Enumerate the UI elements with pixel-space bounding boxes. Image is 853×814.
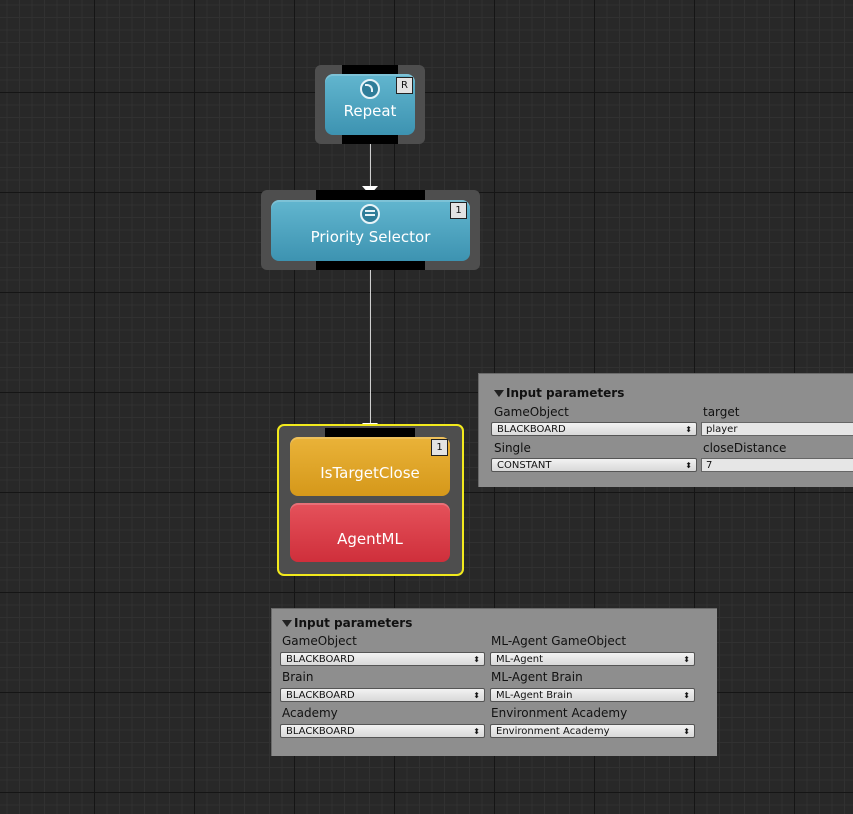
source-dropdown[interactable]: BLACKBOARD ⬍ (280, 652, 485, 666)
value-field[interactable]: player (701, 422, 853, 436)
repeat-icon (360, 79, 380, 99)
param-name-label: target (703, 405, 740, 419)
collapse-arrow-icon[interactable] (494, 390, 504, 397)
value-dropdown[interactable]: Environment Academy ⬍ (490, 724, 695, 738)
dropdown-arrow-icon: ⬍ (683, 727, 690, 736)
panel-title: Input parameters (294, 616, 413, 630)
collapse-arrow-icon[interactable] (282, 620, 292, 627)
param-name-label: closeDistance (703, 441, 787, 455)
param-type-label: GameObject (282, 634, 357, 648)
dropdown-arrow-icon: ⬍ (685, 425, 692, 434)
action-input-parameters-panel: Input parameters GameObject ML-Agent Gam… (271, 608, 717, 756)
param-type-label: Academy (282, 706, 338, 720)
dropdown-arrow-icon: ⬍ (473, 727, 480, 736)
param-type-label: Single (494, 441, 531, 455)
dropdown-arrow-icon: ⬍ (473, 655, 480, 664)
source-dropdown[interactable]: CONSTANT ⬍ (491, 458, 697, 472)
repeat-input-port[interactable] (342, 65, 398, 74)
value-field[interactable]: 7 (701, 458, 853, 472)
param-type-label: Brain (282, 670, 314, 684)
is-target-close-node[interactable]: IsTargetClose (290, 437, 450, 496)
repeat-badge: R (396, 77, 413, 94)
dropdown-arrow-icon: ⬍ (685, 461, 692, 470)
param-name-label: ML-Agent Brain (491, 670, 583, 684)
agent-ml-label: AgentML (337, 530, 403, 548)
priority-selector-input-port[interactable] (316, 190, 425, 200)
param-name-label: Environment Academy (491, 706, 628, 720)
repeat-node[interactable]: Repeat R (315, 65, 425, 144)
panel-title: Input parameters (506, 386, 625, 400)
value-dropdown[interactable]: ML-Agent Brain ⬍ (490, 688, 695, 702)
source-dropdown[interactable]: BLACKBOARD ⬍ (280, 688, 485, 702)
is-target-close-label: IsTargetClose (320, 464, 420, 482)
selected-node-outline[interactable]: IsTargetClose 1 AgentML (277, 424, 464, 576)
condition-input-parameters-panel: Input parameters GameObject target BLACK… (478, 373, 853, 487)
repeat-output-port[interactable] (342, 135, 398, 144)
wire-repeat-to-selector (370, 143, 371, 188)
source-dropdown[interactable]: BLACKBOARD ⬍ (491, 422, 697, 436)
value-dropdown[interactable]: ML-Agent ⬍ (490, 652, 695, 666)
is-target-close-badge: 1 (431, 439, 448, 456)
agent-ml-node[interactable]: AgentML (290, 503, 450, 562)
wire-selector-to-sequence (370, 269, 371, 424)
priority-selector-icon (360, 204, 380, 224)
dropdown-arrow-icon: ⬍ (683, 691, 690, 700)
priority-selector-label: Priority Selector (310, 228, 431, 246)
param-type-label: GameObject (494, 405, 569, 419)
priority-selector-node-body[interactable]: Priority Selector (271, 200, 470, 261)
priority-selector-badge: 1 (450, 202, 467, 219)
sequence-input-port[interactable] (325, 428, 415, 437)
priority-selector-node[interactable]: Priority Selector 1 (261, 190, 480, 270)
priority-selector-output-port[interactable] (316, 261, 425, 270)
dropdown-arrow-icon: ⬍ (473, 691, 480, 700)
source-dropdown[interactable]: BLACKBOARD ⬍ (280, 724, 485, 738)
dropdown-arrow-icon: ⬍ (683, 655, 690, 664)
repeat-label: Repeat (343, 102, 397, 120)
param-name-label: ML-Agent GameObject (491, 634, 627, 648)
